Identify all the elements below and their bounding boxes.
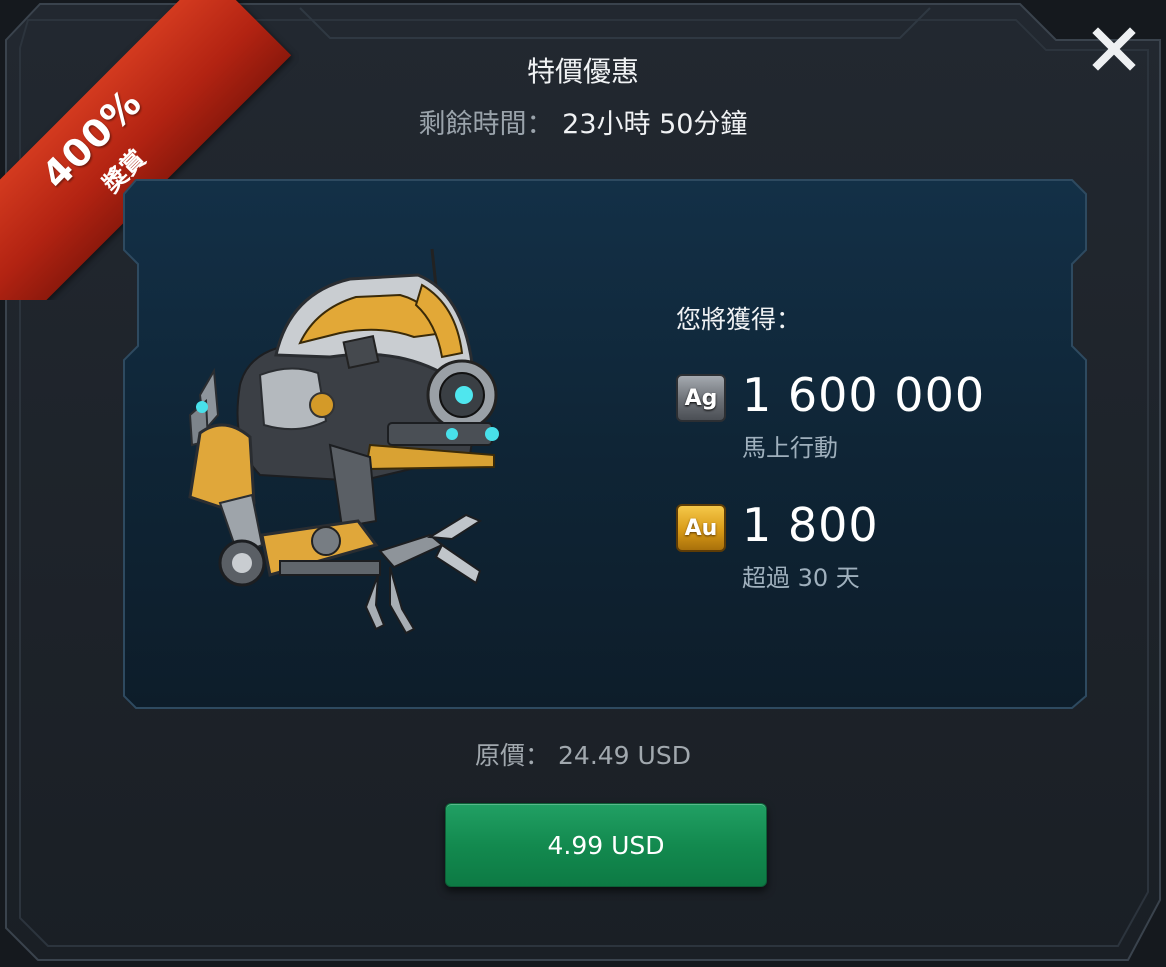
- reward-heading: 您將獲得：: [676, 305, 802, 334]
- original-price-value: 24.49 USD: [558, 741, 691, 770]
- silver-currency-icon: Ag: [676, 374, 726, 422]
- gold-note: 超過 30 天: [742, 564, 860, 592]
- original-price-label: 原價：: [475, 741, 551, 770]
- robot-illustration: [188, 248, 499, 635]
- buy-button[interactable]: 4.99 USD: [445, 803, 767, 887]
- gold-amount: 1 800: [742, 498, 879, 552]
- special-offer-dialog: 400% 獎賞 特價優惠 剩餘時間： 23小時 50分鐘 您將獲得： Ag 1 …: [0, 0, 1166, 967]
- gold-currency-icon: Au: [676, 504, 726, 552]
- silver-amount: 1 600 000: [742, 368, 986, 422]
- original-price: 原價： 24.49 USD: [0, 736, 1166, 772]
- silver-note: 馬上行動: [742, 434, 838, 462]
